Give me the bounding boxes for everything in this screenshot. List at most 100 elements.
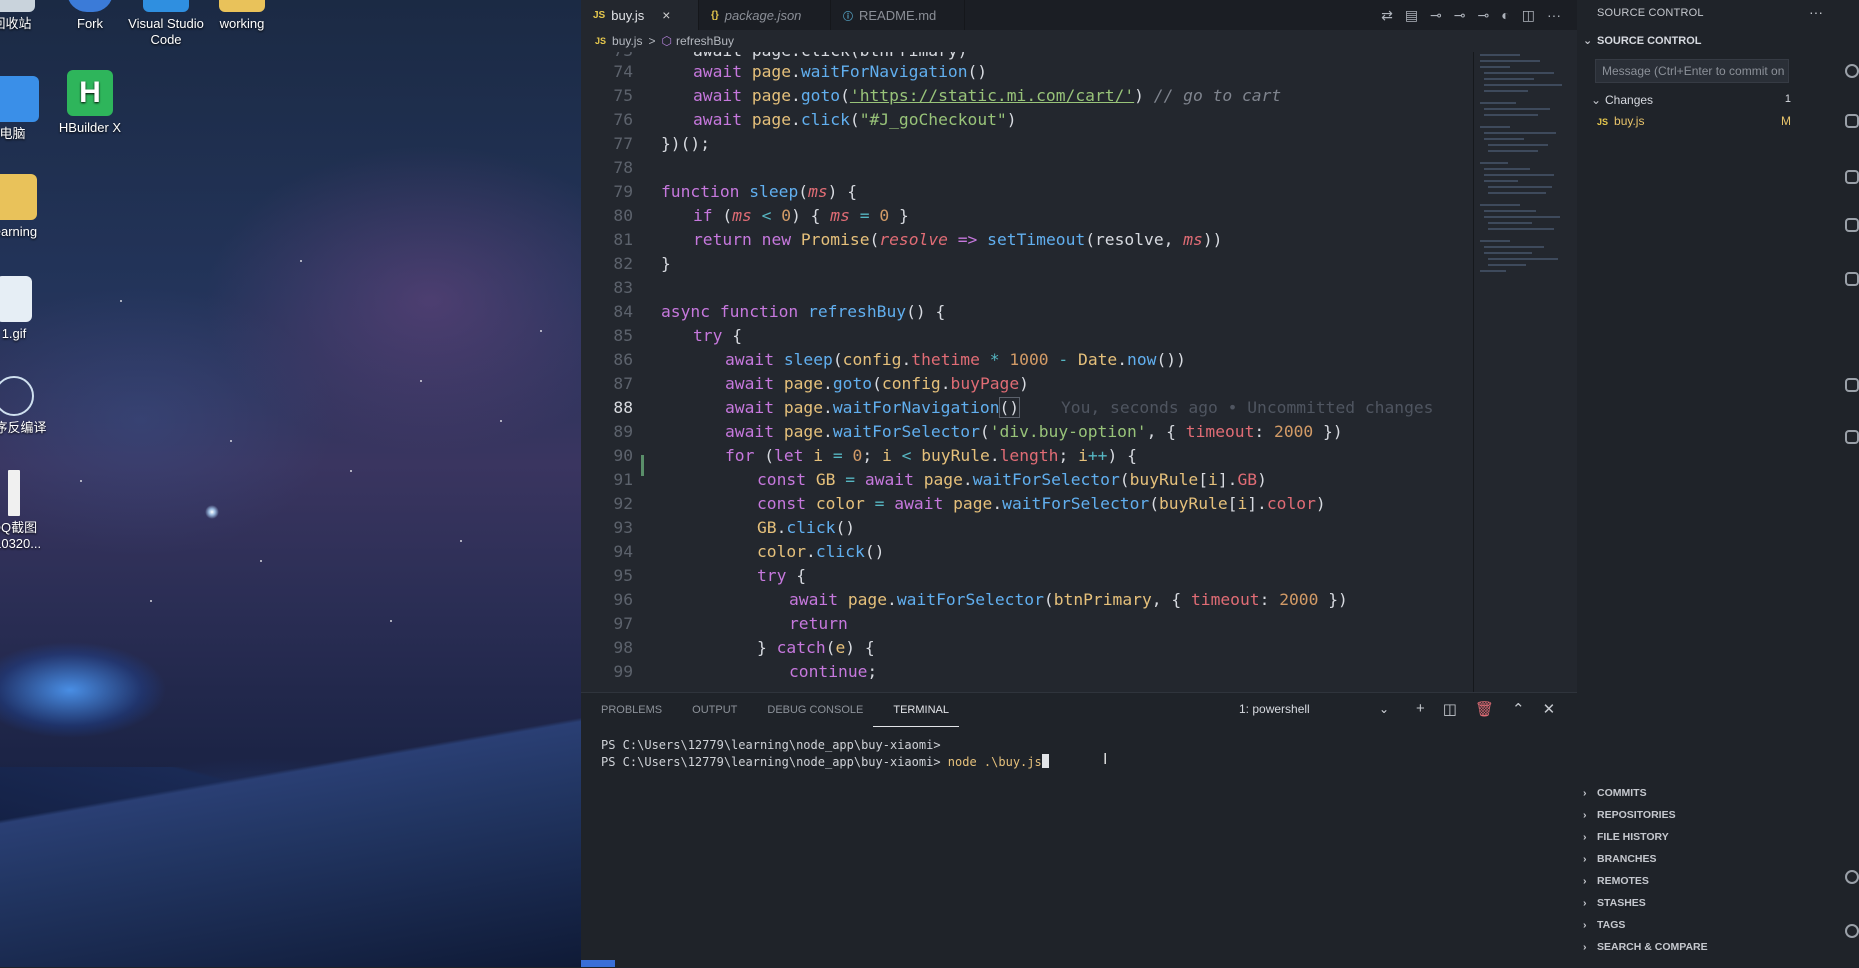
close-panel-icon[interactable]: ✕	[1543, 700, 1556, 718]
desktop-icon-recycle-bin[interactable]: 回收站	[0, 0, 52, 32]
terminal-output[interactable]: PS C:\Users\12779\learning\node_app\buy-…	[601, 737, 1049, 771]
desktop-icon-fork[interactable]: Fork	[50, 0, 130, 32]
line-number: 89	[613, 422, 633, 441]
code-line: 80 if (ms < 0) { ms = 0 }	[581, 204, 1473, 228]
line-number: 91	[613, 470, 633, 489]
section-tags[interactable]: › TAGS	[1583, 919, 1625, 931]
minimap[interactable]	[1476, 52, 1571, 692]
section-header-source-control[interactable]: ⌄ SOURCE CONTROL	[1583, 34, 1702, 47]
symbol-method-icon: ⬡	[661, 34, 672, 48]
tab-readme[interactable]: ⓘ README.md	[831, 0, 965, 30]
desktop-icon-vscode[interactable]: Visual Studio Code	[126, 0, 206, 48]
recycle-bin-icon	[0, 0, 35, 12]
compare-icon[interactable]: ◐	[1501, 7, 1509, 23]
image-file-icon	[0, 276, 32, 322]
desktop-icon-learning[interactable]: learning	[0, 174, 54, 240]
section-commits[interactable]: › COMMITS	[1583, 787, 1647, 799]
line-number: 82	[613, 254, 633, 273]
tab-output[interactable]: OUTPUT	[672, 693, 747, 727]
code-text: function sleep(ms) {	[661, 182, 858, 201]
code-text: async function refreshBuy() {	[661, 302, 946, 321]
split-editor-icon[interactable]: ◫	[1522, 7, 1535, 24]
view-title: SOURCE CONTROL	[1597, 7, 1704, 19]
line-number: 83	[613, 278, 633, 297]
tab-package-json[interactable]: {} package.json	[699, 0, 831, 30]
split-terminal-icon[interactable]: ◫	[1443, 700, 1457, 718]
breadcrumb-file[interactable]: buy.js	[612, 34, 642, 48]
code-line: 76 await page.click("#J_goCheckout")	[581, 108, 1473, 132]
desktop-icon-gif[interactable]: 1.gif	[0, 276, 54, 342]
section-branches[interactable]: › BRANCHES	[1583, 853, 1657, 865]
section-file-history[interactable]: › FILE HISTORY	[1583, 831, 1669, 843]
source-control-icon[interactable]	[1845, 114, 1859, 128]
debug-icon[interactable]	[1845, 170, 1859, 184]
changes-group[interactable]: ⌄ Changes 1	[1591, 93, 1791, 107]
search-icon[interactable]	[1845, 64, 1859, 78]
breadcrumb-symbol[interactable]: refreshBuy	[676, 34, 734, 48]
more-actions-icon[interactable]: ···	[1809, 4, 1823, 20]
close-icon[interactable]: ×	[662, 7, 670, 23]
code-text: return	[789, 614, 848, 633]
section-repositories[interactable]: › REPOSITORIES	[1583, 809, 1676, 821]
desktop-icon-this-pc[interactable]: 此电脑	[0, 76, 56, 142]
changed-file-item[interactable]: JS buy.js M	[1597, 114, 1791, 128]
code-line: 86 await sleep(config.thetime * 1000 - Da…	[581, 348, 1473, 372]
code-text: })();	[661, 134, 711, 153]
code-text: color.click()	[757, 542, 885, 561]
chevron-right-icon: ›	[1583, 897, 1587, 909]
tab-terminal[interactable]: TERMINAL	[873, 693, 959, 727]
code-editor[interactable]: 73await page.click(btnPrimary) 74await p…	[581, 52, 1473, 692]
code-line: 91 const GB = await page.waitForSelector(…	[581, 468, 1473, 492]
section-search-compare[interactable]: › SEARCH & COMPARE	[1583, 941, 1708, 953]
terminal-selector[interactable]: 1: powershell ⌄	[1239, 702, 1389, 716]
bottom-panel: PROBLEMS OUTPUT DEBUG CONSOLE TERMINAL 1…	[581, 692, 1577, 968]
commit-message-input[interactable]: Message (Ctrl+Enter to commit on '...	[1595, 59, 1789, 83]
text-cursor	[1041, 754, 1049, 768]
terminal-line: PS C:\Users\12779\learning\node_app\buy-…	[601, 738, 941, 752]
tab-debug-console[interactable]: DEBUG CONSOLE	[747, 693, 873, 727]
desktop-icon-qq-screenshot[interactable]: QQ截图 210320...	[0, 470, 54, 552]
computer-icon	[0, 76, 39, 122]
section-remotes[interactable]: › REMOTES	[1583, 875, 1649, 887]
preview-icon[interactable]: ▤	[1405, 7, 1418, 24]
code-text: const GB = await page.waitForSelector(bu…	[757, 470, 1267, 489]
tab-problems[interactable]: PROBLEMS	[581, 693, 672, 727]
section-stashes[interactable]: › STASHES	[1583, 897, 1646, 909]
edit-icon[interactable]	[1845, 430, 1859, 444]
code-text: await page.waitForNavigation()	[725, 397, 1021, 418]
tab-buy-js[interactable]: JS buy.js ×	[581, 0, 699, 30]
git-commit-icon[interactable]: ⊸	[1430, 7, 1442, 24]
chevron-down-icon: ⌄	[1583, 35, 1593, 47]
hbuilder-icon: H	[67, 70, 113, 116]
code-line: 75 await page.goto('https://static.mi.com…	[581, 84, 1473, 108]
docker-icon[interactable]	[1845, 378, 1859, 392]
modified-status-badge: M	[1781, 114, 1791, 128]
code-line-current: 88 await page.waitForNavigation() You, sec…	[581, 396, 1473, 420]
remote-explorer-icon[interactable]	[1845, 218, 1859, 232]
chevron-down-icon: ⌄	[1591, 93, 1602, 107]
new-terminal-icon[interactable]: +	[1416, 700, 1425, 718]
code-text: try {	[693, 326, 743, 345]
code-text: await page.click("#J_goCheckout")	[693, 110, 1017, 129]
code-text: try {	[757, 566, 807, 585]
line-number: 93	[613, 518, 633, 537]
line-number: 92	[613, 494, 633, 513]
code-text: GB.click()	[757, 518, 856, 537]
desktop-icon-working[interactable]: working	[202, 0, 282, 32]
code-line: 90 for (let i = 0; i < buyRule.length; i+…	[581, 444, 1473, 468]
panel-tabs: PROBLEMS OUTPUT DEBUG CONSOLE TERMINAL	[581, 693, 959, 727]
maximize-panel-icon[interactable]: ⌃	[1512, 700, 1525, 718]
account-icon[interactable]	[1845, 870, 1859, 884]
gear-icon[interactable]	[1845, 924, 1859, 938]
extensions-icon[interactable]	[1845, 272, 1859, 286]
line-number: 95	[613, 566, 633, 585]
desktop-icon-hbuilder[interactable]: H HBuilder X	[50, 70, 130, 136]
trash-icon[interactable]: 🗑	[1475, 700, 1494, 718]
desktop-icon-decompiler[interactable]: 程序反编译	[0, 376, 54, 436]
open-changes-icon[interactable]: ⇄	[1381, 7, 1393, 24]
previous-change-icon[interactable]: ⊸	[1454, 7, 1466, 24]
source-control-sidebar: SOURCE CONTROL ··· ⌄ SOURCE CONTROL Messa…	[1577, 0, 1859, 967]
next-change-icon[interactable]: ⊸	[1478, 7, 1490, 24]
more-actions-icon[interactable]: ···	[1547, 7, 1561, 23]
status-bar-remote-indicator[interactable]	[581, 960, 615, 967]
